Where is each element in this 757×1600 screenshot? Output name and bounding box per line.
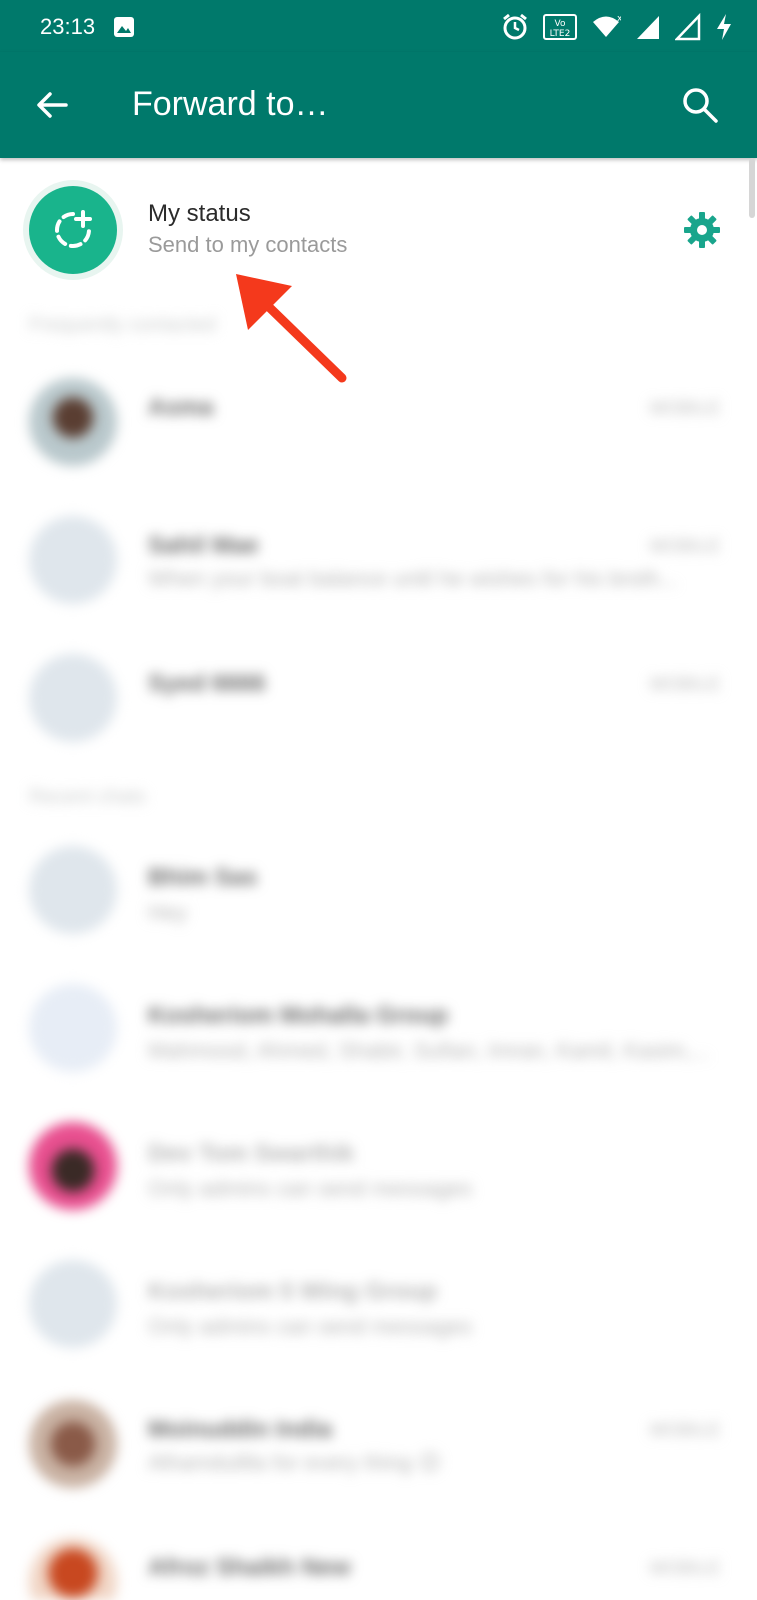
avatar [29, 1400, 117, 1488]
add-status-icon [55, 210, 92, 248]
avatar [29, 1538, 117, 1600]
avatar [29, 1122, 117, 1210]
svg-text:Vo: Vo [555, 19, 566, 29]
contact-row[interactable]: Dev Tom Swarthik Only admins can send me… [0, 1116, 757, 1216]
section-header-recent: Recent chats [29, 786, 146, 808]
avatar [29, 846, 117, 934]
avatar [29, 516, 117, 604]
contact-name: Kosheriom Mohalla Group [148, 1002, 449, 1029]
clock: 23:13 [40, 14, 96, 39]
system-icons: Vo LTE2 x [501, 12, 733, 42]
contact-name: Bhim Sas [148, 864, 258, 891]
contact-status: Only admins can send messages [148, 1314, 473, 1339]
search-icon[interactable] [681, 86, 719, 124]
contact-name: Moinuddin India [148, 1416, 332, 1443]
my-status-name: My status [148, 200, 251, 227]
contact-row[interactable]: Sahil Mae MOBILE When your boat balance … [0, 510, 757, 610]
contact-row[interactable]: Afroz Shaikh New MOBILE [0, 1532, 757, 1600]
contact-type-label: MOBILE [649, 536, 721, 556]
section-header-frequent: Frequently contacted [29, 314, 216, 336]
contact-row[interactable]: Kosheriom Mohalla Group Mahmood, Ahmed, … [0, 978, 757, 1078]
signal-icon [675, 13, 701, 41]
avatar [29, 654, 117, 742]
svg-text:x: x [617, 14, 621, 24]
contact-status: When your boat balance until he wishes f… [148, 566, 678, 591]
contact-status: Only admins can send messages [148, 1176, 473, 1201]
status-avatar [29, 186, 117, 274]
contact-type-label: MOBILE [649, 1420, 721, 1440]
avatar [29, 378, 117, 466]
status-bar: 23:13 Vo LTE2 x [0, 0, 757, 52]
contact-name: Kosheriom 5 Wing Group [148, 1278, 438, 1305]
my-status-subtitle: Send to my contacts [148, 232, 348, 257]
contact-type-label: MOBILE [649, 398, 721, 418]
svg-text:LTE2: LTE2 [550, 29, 571, 39]
contact-row[interactable]: Bhim Sas Hey [0, 840, 757, 940]
contact-name: Afroz Shaikh New [148, 1554, 351, 1581]
avatar [29, 1260, 117, 1348]
my-status-row[interactable]: My status Send to my contacts [0, 180, 757, 280]
gear-icon[interactable] [683, 211, 721, 249]
wifi-icon: x [593, 14, 621, 37]
arrow-back-icon[interactable] [34, 87, 70, 123]
contact-row[interactable]: Syed 6666 MOBILE [0, 648, 757, 748]
app-bar: Forward to… [0, 52, 757, 158]
contact-status: Mahmood, Ahmed, Shabir, Sufian, Imran, K… [148, 1038, 710, 1063]
avatar [29, 984, 117, 1072]
contact-row[interactable]: Kosheriom 5 Wing Group Only admins can s… [0, 1254, 757, 1354]
signal-icon [637, 16, 659, 39]
volte-icon: Vo LTE2 [543, 14, 577, 40]
contact-type-label: MOBILE [649, 674, 721, 694]
contact-name: Sahil Mae [148, 532, 259, 559]
alarm-icon [503, 13, 527, 40]
gallery-icon [114, 17, 134, 37]
annotation-arrow-icon [236, 274, 347, 383]
contact-name: Syed 6666 [148, 670, 266, 697]
contact-status: Alhamdulilla for every thing 😊 [148, 1450, 442, 1475]
contact-name: Asma [148, 394, 214, 421]
charging-icon [717, 14, 731, 40]
page-title: Forward to… [132, 85, 329, 123]
contact-type-label: MOBILE [649, 1558, 721, 1578]
contact-name: Dev Tom Swarthik [148, 1140, 355, 1167]
contact-status: Hey [148, 900, 188, 925]
contact-row[interactable]: Moinuddin India MOBILE Alhamdulilla for … [0, 1394, 757, 1494]
contact-row[interactable]: Asma MOBILE [0, 372, 757, 472]
